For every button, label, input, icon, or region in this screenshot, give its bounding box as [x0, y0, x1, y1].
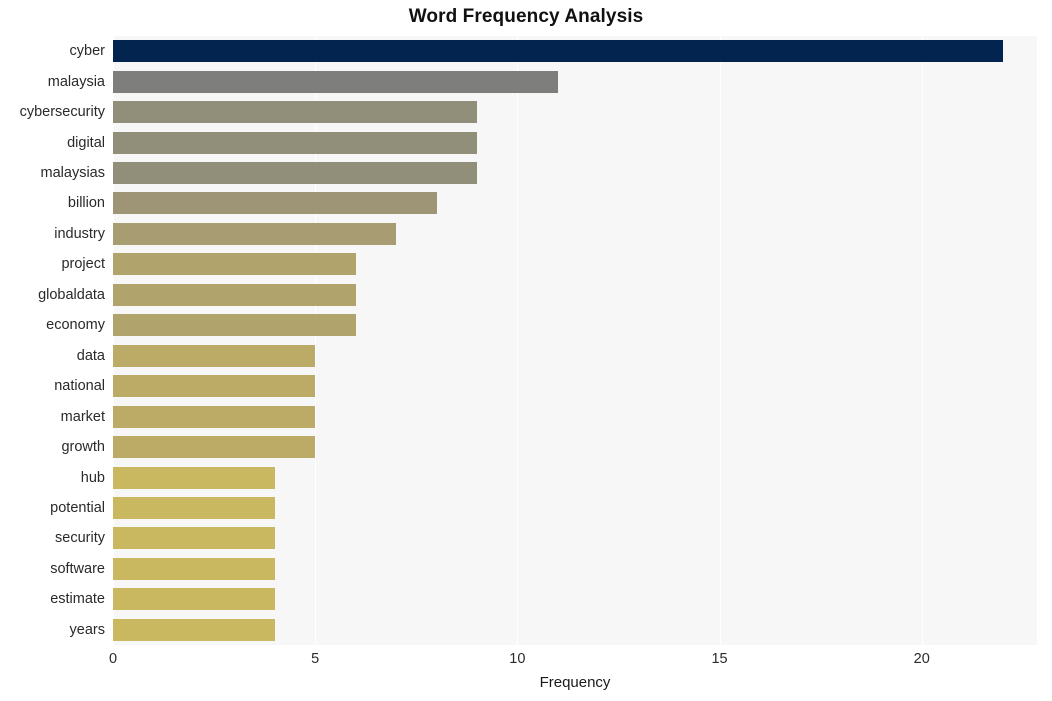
y-tick-label-growth: growth: [61, 439, 105, 456]
bars-container: [113, 36, 1037, 645]
y-tick-label-malaysias: malaysias: [40, 165, 105, 182]
bar-national[interactable]: [113, 375, 316, 398]
bar-years[interactable]: [113, 618, 275, 641]
bar-digital[interactable]: [113, 131, 477, 154]
bar-data[interactable]: [113, 344, 316, 367]
bar-growth[interactable]: [113, 436, 316, 459]
y-tick-label-national: national: [54, 378, 105, 395]
bar-row[interactable]: [113, 70, 1037, 93]
bar-market[interactable]: [113, 405, 316, 428]
bar-industry[interactable]: [113, 222, 397, 245]
y-tick-label-industry: industry: [54, 225, 105, 242]
bar-row[interactable]: [113, 192, 1037, 215]
y-tick-label-cybersecurity: cybersecurity: [19, 104, 105, 121]
bar-project[interactable]: [113, 253, 356, 276]
bar-security[interactable]: [113, 527, 275, 550]
y-tick-label-globaldata: globaldata: [38, 286, 105, 303]
bar-row[interactable]: [113, 283, 1037, 306]
bar-row[interactable]: [113, 618, 1037, 641]
x-tick-label-0: 0: [108, 651, 118, 667]
bar-row[interactable]: [113, 557, 1037, 580]
y-tick-label-malaysia: malaysia: [47, 73, 105, 90]
bar-estimate[interactable]: [113, 588, 275, 611]
x-tick-label-10: 10: [509, 651, 526, 667]
chart-title: Word Frequency Analysis: [408, 6, 644, 27]
x-axis-title: Frequency: [539, 674, 611, 691]
y-tick-label-security: security: [55, 530, 105, 547]
bar-malaysias[interactable]: [113, 162, 477, 185]
bar-malaysia[interactable]: [113, 70, 558, 93]
bar-row[interactable]: [113, 222, 1037, 245]
y-tick-label-hub: hub: [80, 469, 105, 486]
y-tick-label-market: market: [60, 408, 105, 425]
bar-billion[interactable]: [113, 192, 437, 215]
bar-row[interactable]: [113, 466, 1037, 489]
y-tick-label-cyber: cyber: [69, 43, 105, 60]
bar-cybersecurity[interactable]: [113, 101, 477, 124]
y-tick-label-potential: potential: [50, 499, 105, 516]
y-tick-label-project: project: [61, 256, 105, 273]
bar-software[interactable]: [113, 557, 275, 580]
bar-row[interactable]: [113, 496, 1037, 519]
y-tick-label-economy: economy: [46, 317, 105, 334]
y-tick-label-years: years: [69, 621, 105, 638]
bar-row[interactable]: [113, 436, 1037, 459]
y-tick-label-data: data: [76, 347, 105, 364]
x-tick-label-15: 15: [711, 651, 728, 667]
x-tick-label-20: 20: [913, 651, 930, 667]
bar-row[interactable]: [113, 253, 1037, 276]
bar-row[interactable]: [113, 344, 1037, 367]
bar-row[interactable]: [113, 101, 1037, 124]
bar-row[interactable]: [113, 375, 1037, 398]
plot-area: [113, 36, 1037, 645]
word-frequency-chart-figure: Word Frequency Analysis cyber malaysia cyb…: [0, 0, 1052, 701]
y-tick-label-software: software: [50, 560, 105, 577]
bar-economy[interactable]: [113, 314, 356, 337]
y-axis-tick-labels: cyber malaysia cybersecurity digital malaysi…: [0, 36, 105, 645]
bar-hub[interactable]: [113, 466, 275, 489]
bar-row[interactable]: [113, 131, 1037, 154]
bar-cyber[interactable]: [113, 40, 1003, 63]
bar-globaldata[interactable]: [113, 283, 356, 306]
y-tick-label-digital: digital: [67, 134, 105, 151]
x-axis-tick-labels: 0 5 10 15 20: [0, 645, 1052, 675]
y-tick-label-billion: billion: [67, 195, 105, 212]
bar-row[interactable]: [113, 314, 1037, 337]
bar-potential[interactable]: [113, 496, 275, 519]
x-tick-label-5: 5: [311, 651, 320, 667]
bar-row[interactable]: [113, 405, 1037, 428]
y-tick-label-estimate: estimate: [50, 591, 105, 608]
bar-row[interactable]: [113, 527, 1037, 550]
bar-row[interactable]: [113, 588, 1037, 611]
bar-row[interactable]: [113, 162, 1037, 185]
bar-row[interactable]: [113, 40, 1037, 63]
